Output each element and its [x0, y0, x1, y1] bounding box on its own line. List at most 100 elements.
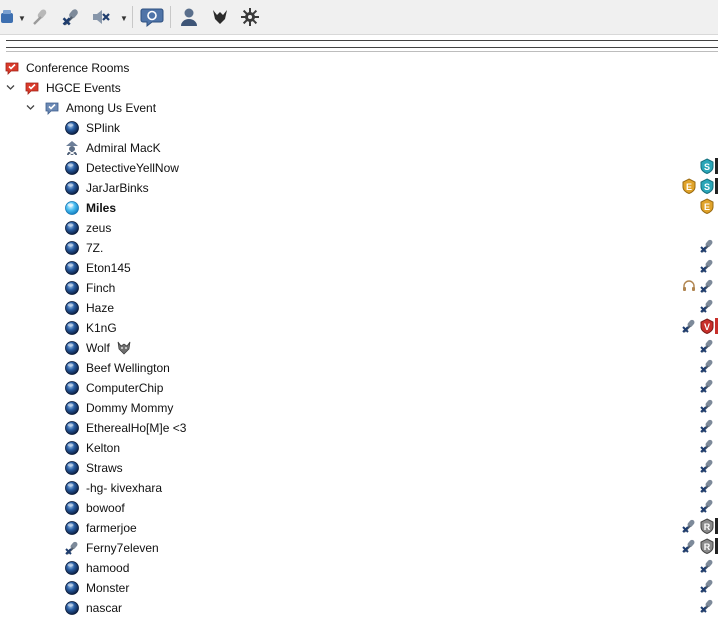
microphone-muted-icon — [682, 518, 697, 533]
channel-red-icon — [25, 82, 39, 95]
user-row[interactable]: hamood — [0, 558, 718, 578]
user-muted-status-icon — [65, 540, 80, 555]
server-dropdown-arrow-icon[interactable]: ▼ — [18, 14, 26, 23]
user-row[interactable]: Straws — [0, 458, 718, 478]
user-name: Straws — [86, 461, 123, 475]
microphone-muted-icon — [682, 538, 697, 553]
user-name: nascar — [86, 601, 123, 615]
user-row[interactable]: zeus — [0, 218, 718, 238]
user-status-icon — [65, 241, 79, 255]
tree-root-label: Conference Rooms — [26, 61, 130, 75]
toolbar-separator — [170, 6, 171, 28]
microphone-muted-icon — [700, 418, 715, 433]
user-row[interactable]: DetectiveYellNow S — [0, 158, 718, 178]
server-icon[interactable] — [0, 4, 20, 30]
user-status-icon — [65, 361, 79, 375]
user-row[interactable]: Monster — [0, 578, 718, 598]
microphone-icon[interactable] — [28, 4, 54, 30]
user-name: Finch — [86, 281, 116, 295]
speaker-dropdown-arrow-icon[interactable]: ▼ — [120, 14, 128, 23]
user-name: Kelton — [86, 441, 121, 455]
channel-icon — [45, 102, 59, 115]
user-identity-icon[interactable] — [176, 4, 202, 30]
user-row[interactable]: 7Z. — [0, 238, 718, 258]
user-row[interactable]: SPlink — [0, 118, 718, 138]
user-row[interactable]: K1nG V — [0, 318, 718, 338]
microphone-muted-icon — [700, 478, 715, 493]
tree-subchannel-row[interactable]: Among Us Event — [0, 98, 718, 118]
microphone-muted-icon — [700, 498, 715, 513]
user-name: ComputerChip — [86, 381, 164, 395]
user-talking-icon — [65, 201, 79, 215]
wolf-icon[interactable] — [207, 4, 233, 30]
user-row[interactable]: Miles E — [0, 198, 718, 218]
user-name: bowoof — [86, 501, 125, 515]
user-name: Eton145 — [86, 261, 131, 275]
user-status-icon — [65, 281, 79, 295]
microphone-muted-icon — [700, 278, 715, 293]
user-row[interactable]: JarJarBinks E S — [0, 178, 718, 198]
user-name: SPlink — [86, 121, 121, 135]
tree-root-row[interactable]: Conference Rooms — [0, 58, 718, 78]
user-name: EtherealHo[M]e <3 — [86, 421, 187, 435]
svg-text:E: E — [686, 182, 692, 192]
user-name: 7Z. — [86, 241, 104, 255]
user-status-icon — [65, 501, 79, 515]
microphone-muted-icon — [700, 338, 715, 353]
user-status-icon — [65, 481, 79, 495]
user-status-icon — [65, 441, 79, 455]
user-row[interactable]: Wolf — [0, 338, 718, 358]
user-name: Miles — [86, 201, 117, 215]
user-row[interactable]: Admiral MacK — [0, 138, 718, 158]
server-root-icon — [5, 62, 19, 75]
chat-icon[interactable] — [139, 4, 165, 30]
user-row[interactable]: farmerjoe R — [0, 518, 718, 538]
user-row[interactable]: Beef Wellington — [0, 358, 718, 378]
user-row[interactable]: nascar — [0, 598, 718, 618]
chevron-down-icon[interactable] — [6, 83, 15, 92]
microphone-muted-icon — [700, 238, 715, 253]
user-row[interactable]: Kelton — [0, 438, 718, 458]
svg-text:R: R — [704, 542, 711, 552]
user-row[interactable]: Finch — [0, 278, 718, 298]
settings-gear-icon[interactable] — [237, 4, 263, 30]
tree-channel-row[interactable]: HGCE Events — [0, 78, 718, 98]
user-status-icon — [65, 301, 79, 315]
user-status-icon — [65, 401, 79, 415]
microphone-muted-icon — [700, 398, 715, 413]
microphone-muted-icon — [700, 578, 715, 593]
user-name: Beef Wellington — [86, 361, 170, 375]
microphone-mute-icon[interactable] — [58, 4, 84, 30]
toolbar-separator — [132, 6, 133, 28]
user-row[interactable]: ComputerChip — [0, 378, 718, 398]
v-badge-icon: V — [700, 318, 714, 334]
user-row[interactable]: Haze — [0, 298, 718, 318]
event-badge-icon: E — [682, 178, 696, 194]
toolbar: ▼ ▼ — [0, 0, 718, 35]
user-row[interactable]: Ferny7eleven R — [0, 538, 718, 558]
user-status-icon — [65, 341, 79, 355]
svg-text:S: S — [704, 182, 710, 192]
chevron-down-icon[interactable] — [26, 103, 35, 112]
supporter-badge-icon: S — [700, 158, 714, 174]
user-status-icon — [65, 381, 79, 395]
user-row[interactable]: bowoof — [0, 498, 718, 518]
user-name: -hg- kivexhara — [86, 481, 163, 495]
user-status-icon — [65, 321, 79, 335]
svg-text:E: E — [704, 202, 710, 212]
user-name: JarJarBinks — [86, 181, 149, 195]
microphone-muted-icon — [700, 358, 715, 373]
svg-text:S: S — [704, 162, 710, 172]
microphone-muted-icon — [682, 318, 697, 333]
user-name: Haze — [86, 301, 115, 315]
user-name: farmerjoe — [86, 521, 137, 535]
speaker-mute-icon[interactable] — [88, 4, 114, 30]
user-row[interactable]: Eton145 — [0, 258, 718, 278]
event-badge-icon: E — [700, 198, 714, 214]
user-row[interactable]: EtherealHo[M]e <3 — [0, 418, 718, 438]
r-badge-icon: R — [700, 538, 714, 554]
user-name: Dommy Mommy — [86, 401, 174, 415]
microphone-muted-icon — [700, 258, 715, 273]
user-row[interactable]: -hg- kivexhara — [0, 478, 718, 498]
user-row[interactable]: Dommy Mommy — [0, 398, 718, 418]
